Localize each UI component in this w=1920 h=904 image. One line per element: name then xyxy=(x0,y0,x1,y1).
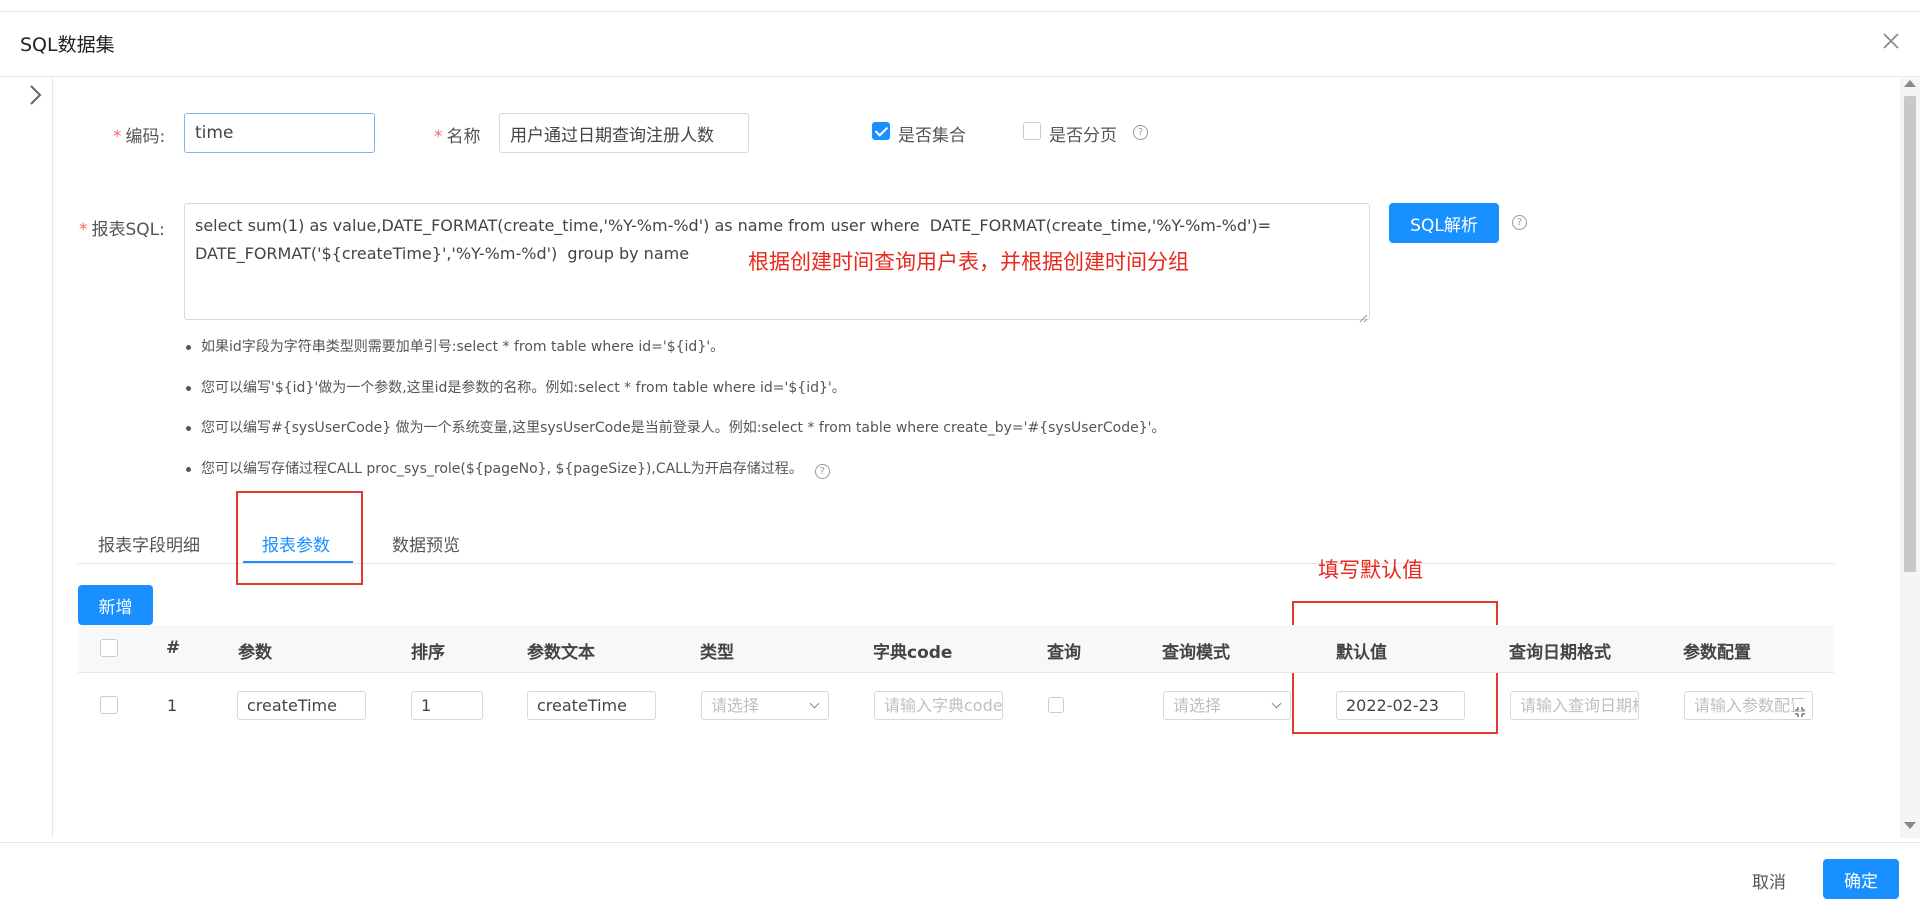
th-param-config: 参数配置 xyxy=(1683,643,1751,663)
scroll-down-icon[interactable] xyxy=(1904,822,1916,829)
resize-grip-icon[interactable] xyxy=(1358,308,1368,323)
tip-item: 您可以编写存储过程CALL proc_sys_role(${pageNo}, $… xyxy=(185,458,1385,499)
th-param-text: 参数文本 xyxy=(527,643,595,663)
is-collection-label: 是否集合 xyxy=(898,126,966,146)
sql-annotation: 根据创建时间查询用户表，并根据创建时间分组 xyxy=(748,250,1189,274)
is-paged-label: 是否分页 xyxy=(1049,126,1117,146)
th-query-mode: 查询模式 xyxy=(1162,643,1230,663)
type-select[interactable]: 请选择 xyxy=(701,691,829,720)
th-query: 查询 xyxy=(1047,643,1081,663)
confirm-button[interactable]: 确定 xyxy=(1823,859,1899,899)
tip-item: 您可以编写#{sysUserCode} 做为一个系统变量,这里sysUserCo… xyxy=(185,417,1385,458)
scroll-up-icon[interactable] xyxy=(1904,80,1916,87)
cancel-button[interactable]: 取消 xyxy=(1752,868,1786,893)
th-index: # xyxy=(166,638,181,658)
code-input[interactable] xyxy=(184,113,375,153)
tip-item: 如果id字段为字符串类型则需要加单引号:select * from table … xyxy=(185,336,1385,377)
th-type: 类型 xyxy=(700,643,734,663)
is-paged-checkbox[interactable] xyxy=(1023,122,1041,140)
close-icon[interactable] xyxy=(1880,30,1902,52)
fullscreen-icon[interactable] xyxy=(1794,699,1806,717)
scrollbar-thumb[interactable] xyxy=(1904,96,1916,572)
tab-data-preview[interactable]: 数据预览 xyxy=(392,531,460,556)
highlight-box-tab xyxy=(236,491,363,585)
dict-code-input[interactable]: 请输入字典code xyxy=(874,691,1003,720)
modal-title: SQL数据集 xyxy=(20,34,115,56)
th-param: 参数 xyxy=(238,643,272,663)
default-value-annotation: 填写默认值 xyxy=(1318,558,1423,582)
expand-chevron-right-icon[interactable] xyxy=(24,82,46,108)
code-label: * 编码: xyxy=(113,127,166,147)
chevron-down-icon xyxy=(1271,698,1282,709)
help-icon[interactable]: ? xyxy=(1133,125,1148,140)
order-input[interactable]: 1 xyxy=(411,691,483,720)
name-label: * 名称 xyxy=(434,127,481,147)
sql-label: * 报表SQL: xyxy=(79,220,165,240)
param-text-input[interactable]: createTime xyxy=(527,691,656,720)
tip-item: 您可以编写'${id}'做为一个参数,这里id是参数的名称。例如:select … xyxy=(185,377,1385,418)
help-icon[interactable]: ? xyxy=(814,463,830,479)
chevron-down-icon xyxy=(809,698,820,709)
param-input[interactable]: createTime xyxy=(237,691,366,720)
default-value-input[interactable]: 2022-02-23 xyxy=(1336,691,1465,720)
sidebar-divider xyxy=(52,78,53,838)
top-divider xyxy=(0,11,1920,12)
header-divider xyxy=(0,76,1920,77)
tips-list: 如果id字段为字符串类型则需要加单引号:select * from table … xyxy=(185,336,1385,498)
add-button[interactable]: 新增 xyxy=(78,585,153,625)
close-icon-glyph xyxy=(1883,33,1899,49)
select-all-checkbox[interactable] xyxy=(100,639,118,657)
header-row-divider xyxy=(78,672,1834,673)
tab-report-fields[interactable]: 报表字段明细 xyxy=(98,531,200,556)
th-order: 排序 xyxy=(411,643,445,663)
th-default-value: 默认值 xyxy=(1336,643,1387,663)
row-checkbox[interactable] xyxy=(100,696,118,714)
query-checkbox[interactable] xyxy=(1048,697,1064,713)
th-date-format: 查询日期格式 xyxy=(1509,643,1611,663)
date-format-input[interactable]: 请输入查询日期格式 xyxy=(1510,691,1639,720)
help-icon[interactable]: ? xyxy=(1512,215,1527,230)
name-input[interactable] xyxy=(499,113,749,153)
footer-divider xyxy=(0,842,1920,843)
th-dict-code: 字典code xyxy=(873,643,953,663)
param-config-input[interactable]: 请输入参数配置 xyxy=(1684,691,1813,720)
is-collection-checkbox[interactable] xyxy=(872,122,890,140)
sql-parse-button[interactable]: SQL解析 xyxy=(1389,203,1499,243)
query-mode-select[interactable]: 请选择 xyxy=(1163,691,1291,720)
row-index: 1 xyxy=(167,696,178,715)
